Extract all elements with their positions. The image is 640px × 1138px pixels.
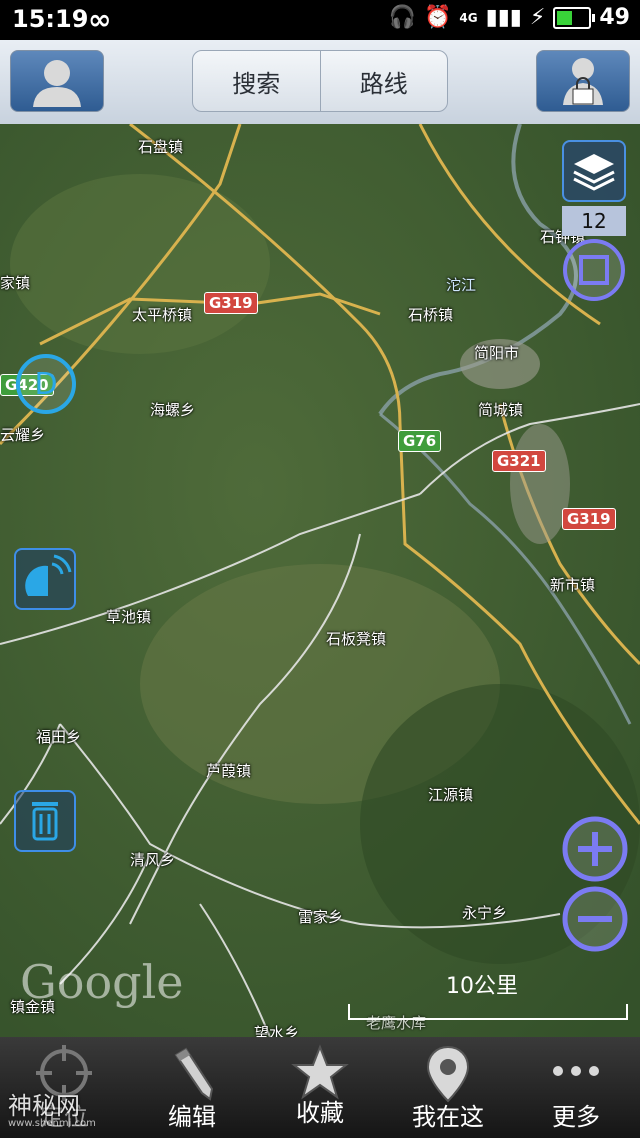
map-terrain [0,124,640,1037]
network-label: 4G [459,10,478,25]
place-label: 石盘镇 [138,138,184,156]
highway-shield: G319 [204,292,258,314]
google-logo: Google [20,955,184,1009]
headphone-icon: 🎧 [388,5,416,30]
user-lock-icon [563,58,603,105]
watermark-url: www.shenmi.com [8,1118,96,1129]
place-label: 芦葭镇 [206,762,252,780]
nav-label: 我在这 [412,1103,484,1131]
user-avatar-icon [33,60,81,107]
direction-icon: D [16,354,76,414]
place-label: 简阳市 [474,344,520,362]
place-label: 望水乡 [254,1024,300,1037]
nav-label: 收藏 [296,1099,344,1127]
infinity-icon: ∞ [88,3,112,36]
highway-shield: G76 [398,430,442,452]
highway-shield: G321 [492,450,546,472]
layers-button[interactable] [562,140,626,202]
square-icon [563,239,625,301]
nav-favorites[interactable]: 收藏 [256,1037,384,1138]
place-label: 海螺乡 [150,401,196,419]
battery-fill [557,10,573,25]
place-label: 家镇 [0,274,31,292]
nav-edit[interactable]: 编辑 [128,1037,256,1138]
battery-icon [553,6,596,29]
nav-more[interactable]: 更多 [512,1037,640,1138]
minus-icon [562,886,628,952]
place-label: 清风乡 [130,851,176,869]
nav-label: 更多 [552,1103,600,1131]
zoom-level-indicator: 12 [562,206,626,236]
highway-shield: G319 [562,508,616,530]
status-right: 🎧 ⏰ 4G ▮▮▮ ⚡ 49 [389,5,630,30]
bottom-nav: 定位 编辑 收藏 我在这 更多 [0,1037,640,1138]
place-label: 云耀乡 [0,426,46,444]
tab-search[interactable]: 搜索 [193,51,320,111]
satellite-dish-icon [25,554,72,596]
signal-icon: ▮▮▮ [485,5,522,30]
satellite-button[interactable] [14,548,76,610]
user-lock-button[interactable] [536,50,630,112]
place-label: 太平桥镇 [132,306,193,324]
location-pin-icon [426,1045,470,1103]
scale-label: 10公里 [446,974,518,999]
place-label: 草池镇 [106,608,152,626]
place-label: 江源镇 [428,786,474,804]
nav-label: 编辑 [168,1103,216,1131]
river-label: 沱江 [446,276,477,294]
place-label: 永宁乡 [462,904,508,922]
alarm-icon: ⏰ [423,5,452,30]
battery-percent: 49 [599,5,630,30]
trash-icon [32,802,58,841]
place-label: 石板凳镇 [326,630,387,648]
place-label: 简城镇 [478,401,524,419]
status-time: 15:19 [12,5,89,33]
scale-bar [348,1004,628,1020]
satellite-map[interactable]: 石盘镇 石钟镇 家镇 太平桥镇 石桥镇 沱江 简阳市 海螺乡 简城镇 云耀乡 新… [0,124,640,1037]
place-label: 福田乡 [36,728,82,746]
delete-button[interactable] [14,790,76,852]
svg-text:D: D [34,367,57,402]
place-label: 新市镇 [550,576,596,594]
place-label: 石桥镇 [408,306,454,324]
user-profile-button[interactable] [10,50,104,112]
plus-icon [562,816,628,882]
pencil-icon [174,1047,214,1101]
tab-route[interactable]: 路线 [319,51,448,111]
status-bar: 15:19 ∞ 🎧 ⏰ 4G ▮▮▮ ⚡ 49 [0,0,640,40]
watermark: 神秘网 [8,1092,80,1120]
mode-segmented-control: 搜索 路线 [192,50,448,112]
nav-i-am-here[interactable]: 我在这 [384,1037,512,1138]
charging-icon: ⚡ [529,5,546,30]
place-label: 雷家乡 [298,908,344,926]
top-toolbar: 搜索 路线 [0,40,640,125]
layers-icon [573,154,615,191]
